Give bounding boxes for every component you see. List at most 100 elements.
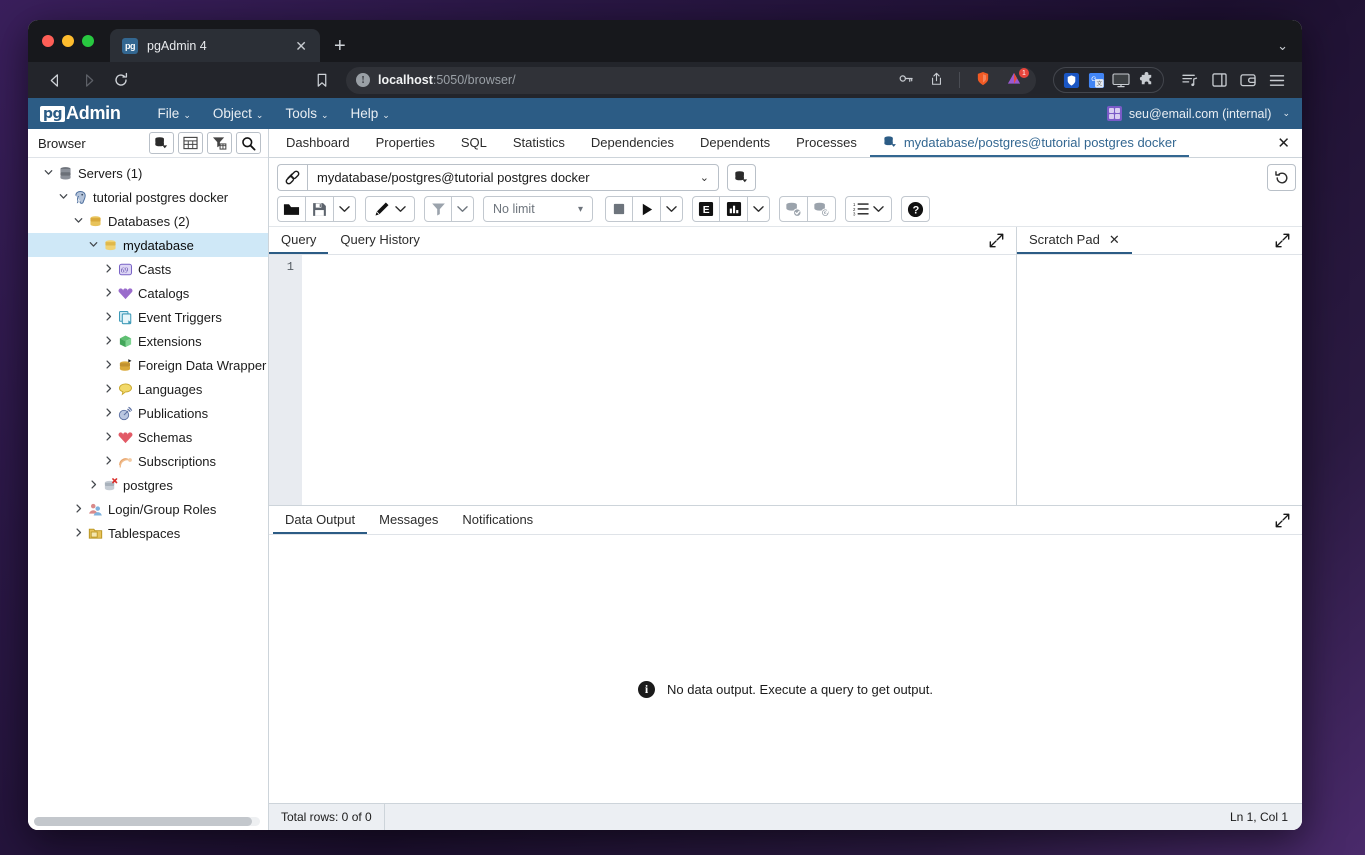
explain-dropdown[interactable] (748, 196, 770, 222)
stop-query-button[interactable] (605, 196, 633, 222)
connection-select[interactable]: mydatabase/postgres@tutorial postgres do… (307, 164, 719, 191)
browser-tab[interactable]: pg pgAdmin 4 ✕ (110, 29, 320, 62)
tree-item-mydatabase[interactable]: mydatabase (28, 233, 268, 257)
tree-item-extensions[interactable]: Extensions (28, 329, 268, 353)
new-tab-button[interactable]: + (334, 36, 346, 56)
new-connection-icon[interactable] (727, 164, 756, 191)
menu-file[interactable]: File ⌄ (147, 106, 202, 121)
explain-analyze-button[interactable] (720, 196, 748, 222)
grid-icon[interactable] (178, 132, 203, 154)
chevron-right-icon[interactable] (100, 383, 116, 395)
chevron-right-icon[interactable] (70, 527, 86, 539)
key-icon[interactable] (895, 72, 918, 88)
tree-item-subscriptions[interactable]: Subscriptions (28, 449, 268, 473)
maximize-window-button[interactable] (82, 35, 94, 47)
search-icon[interactable] (236, 132, 261, 154)
puzzle-icon[interactable] (1135, 70, 1157, 90)
tree-item-catalogs[interactable]: Catalogs (28, 281, 268, 305)
tab-dependencies[interactable]: Dependencies (578, 129, 687, 157)
row-limit-select[interactable]: No limit ▾ (483, 196, 593, 222)
user-menu[interactable]: seu@email.com (internal) ⌄ (1106, 106, 1290, 121)
tab-scratch-pad[interactable]: Scratch Pad ✕ (1017, 227, 1132, 254)
object-tree[interactable]: Servers (1) tutorial postgres docker Datab… (28, 158, 268, 830)
brave-shield-icon[interactable] (972, 71, 994, 89)
tab-notifications[interactable]: Notifications (450, 506, 545, 534)
tab-dependents[interactable]: Dependents (687, 129, 783, 157)
filter-dropdown[interactable] (452, 196, 474, 222)
tree-item-casts[interactable]: 69 Casts (28, 257, 268, 281)
chevron-right-icon[interactable] (85, 479, 101, 491)
commit-button[interactable] (779, 196, 808, 222)
tree-item-publications[interactable]: Publications (28, 401, 268, 425)
filter-button[interactable] (424, 196, 452, 222)
tab-processes[interactable]: Processes (783, 129, 870, 157)
close-window-button[interactable] (42, 35, 54, 47)
reload-icon[interactable] (106, 66, 136, 94)
reset-layout-icon[interactable] (1267, 164, 1296, 191)
menu-icon[interactable] (1264, 69, 1290, 91)
translate-icon[interactable]: G文 (1085, 70, 1107, 90)
sql-editor[interactable]: 1 (269, 255, 1016, 505)
menu-object[interactable]: Object ⌄ (202, 106, 275, 121)
bookmark-icon[interactable] (307, 66, 337, 94)
address-bar[interactable]: ! localhost:5050/browser/ 1 (346, 66, 1036, 94)
tab-sql[interactable]: SQL (448, 129, 500, 157)
close-icon[interactable]: ✕ (1109, 232, 1120, 248)
open-file-button[interactable] (277, 196, 306, 222)
execute-dropdown[interactable] (661, 196, 683, 222)
chevron-down-icon[interactable] (70, 216, 86, 227)
tree-item-postgres[interactable]: postgres (28, 473, 268, 497)
tree-item-schemas[interactable]: Schemas (28, 425, 268, 449)
save-file-dropdown[interactable] (334, 196, 356, 222)
chevron-right-icon[interactable] (100, 359, 116, 371)
edit-button[interactable] (365, 196, 415, 222)
tree-item-tutorial-postgres-docker[interactable]: tutorial postgres docker (28, 185, 268, 209)
sidebar-horizontal-scrollbar[interactable] (34, 817, 260, 826)
chevron-down-icon[interactable] (55, 192, 71, 203)
tree-item-tablespaces[interactable]: Tablespaces (28, 521, 268, 545)
wallet-icon[interactable] (1235, 69, 1261, 91)
tab-query[interactable]: Query (269, 227, 329, 254)
close-tab-icon[interactable]: ✕ (1265, 129, 1302, 157)
sidebar-icon[interactable] (1206, 69, 1232, 91)
notification-icon[interactable]: 1 (1002, 68, 1029, 89)
execute-query-button[interactable] (633, 196, 661, 222)
tree-item-event-triggers[interactable]: Event Triggers (28, 305, 268, 329)
tab-search-chevron-down-icon[interactable]: ⌄ (1277, 38, 1288, 54)
tab-dashboard[interactable]: Dashboard (273, 129, 363, 157)
tab-statistics[interactable]: Statistics (500, 129, 578, 157)
scratch-pad-body[interactable] (1017, 255, 1302, 505)
tree-item-languages[interactable]: Languages (28, 377, 268, 401)
tree-item-servers-1[interactable]: Servers (1) (28, 161, 268, 185)
chevron-right-icon[interactable] (100, 407, 116, 419)
tab-mydatabase-postgres-tutorial-postgres-docker[interactable]: mydatabase/postgres@tutorial postgres do… (869, 129, 1190, 157)
menu-tools[interactable]: Tools ⌄ (274, 106, 339, 121)
tree-item-login-group-roles[interactable]: Login/Group Roles (28, 497, 268, 521)
menu-help[interactable]: Help ⌄ (340, 106, 401, 121)
chevron-down-icon[interactable] (40, 168, 56, 179)
tab-messages[interactable]: Messages (367, 506, 450, 534)
expand-query-panel-icon[interactable] (977, 227, 1016, 254)
chevron-right-icon[interactable] (100, 455, 116, 467)
chevron-right-icon[interactable] (100, 311, 116, 323)
back-icon[interactable] (40, 66, 70, 94)
expand-output-panel-icon[interactable] (1263, 506, 1302, 534)
share-icon[interactable] (926, 72, 947, 89)
chevron-right-icon[interactable] (100, 335, 116, 347)
minimize-window-button[interactable] (62, 35, 74, 47)
filter-icon[interactable] (207, 132, 232, 154)
tree-item-foreign-data-wrapper[interactable]: Foreign Data Wrapper (28, 353, 268, 377)
chevron-right-icon[interactable] (100, 431, 116, 443)
chevron-down-icon[interactable] (85, 240, 101, 251)
reading-list-icon[interactable] (1177, 69, 1203, 91)
site-info-icon[interactable]: ! (356, 73, 370, 87)
tab-data-output[interactable]: Data Output (273, 506, 368, 534)
macros-button[interactable]: 123 (845, 196, 892, 222)
sql-code[interactable] (302, 255, 1016, 505)
chevron-right-icon[interactable] (70, 503, 86, 515)
connection-icon[interactable] (277, 164, 307, 191)
object-explorer-icon[interactable] (149, 132, 174, 154)
rollback-button[interactable] (808, 196, 836, 222)
chevron-right-icon[interactable] (100, 263, 116, 275)
save-file-button[interactable] (306, 196, 334, 222)
